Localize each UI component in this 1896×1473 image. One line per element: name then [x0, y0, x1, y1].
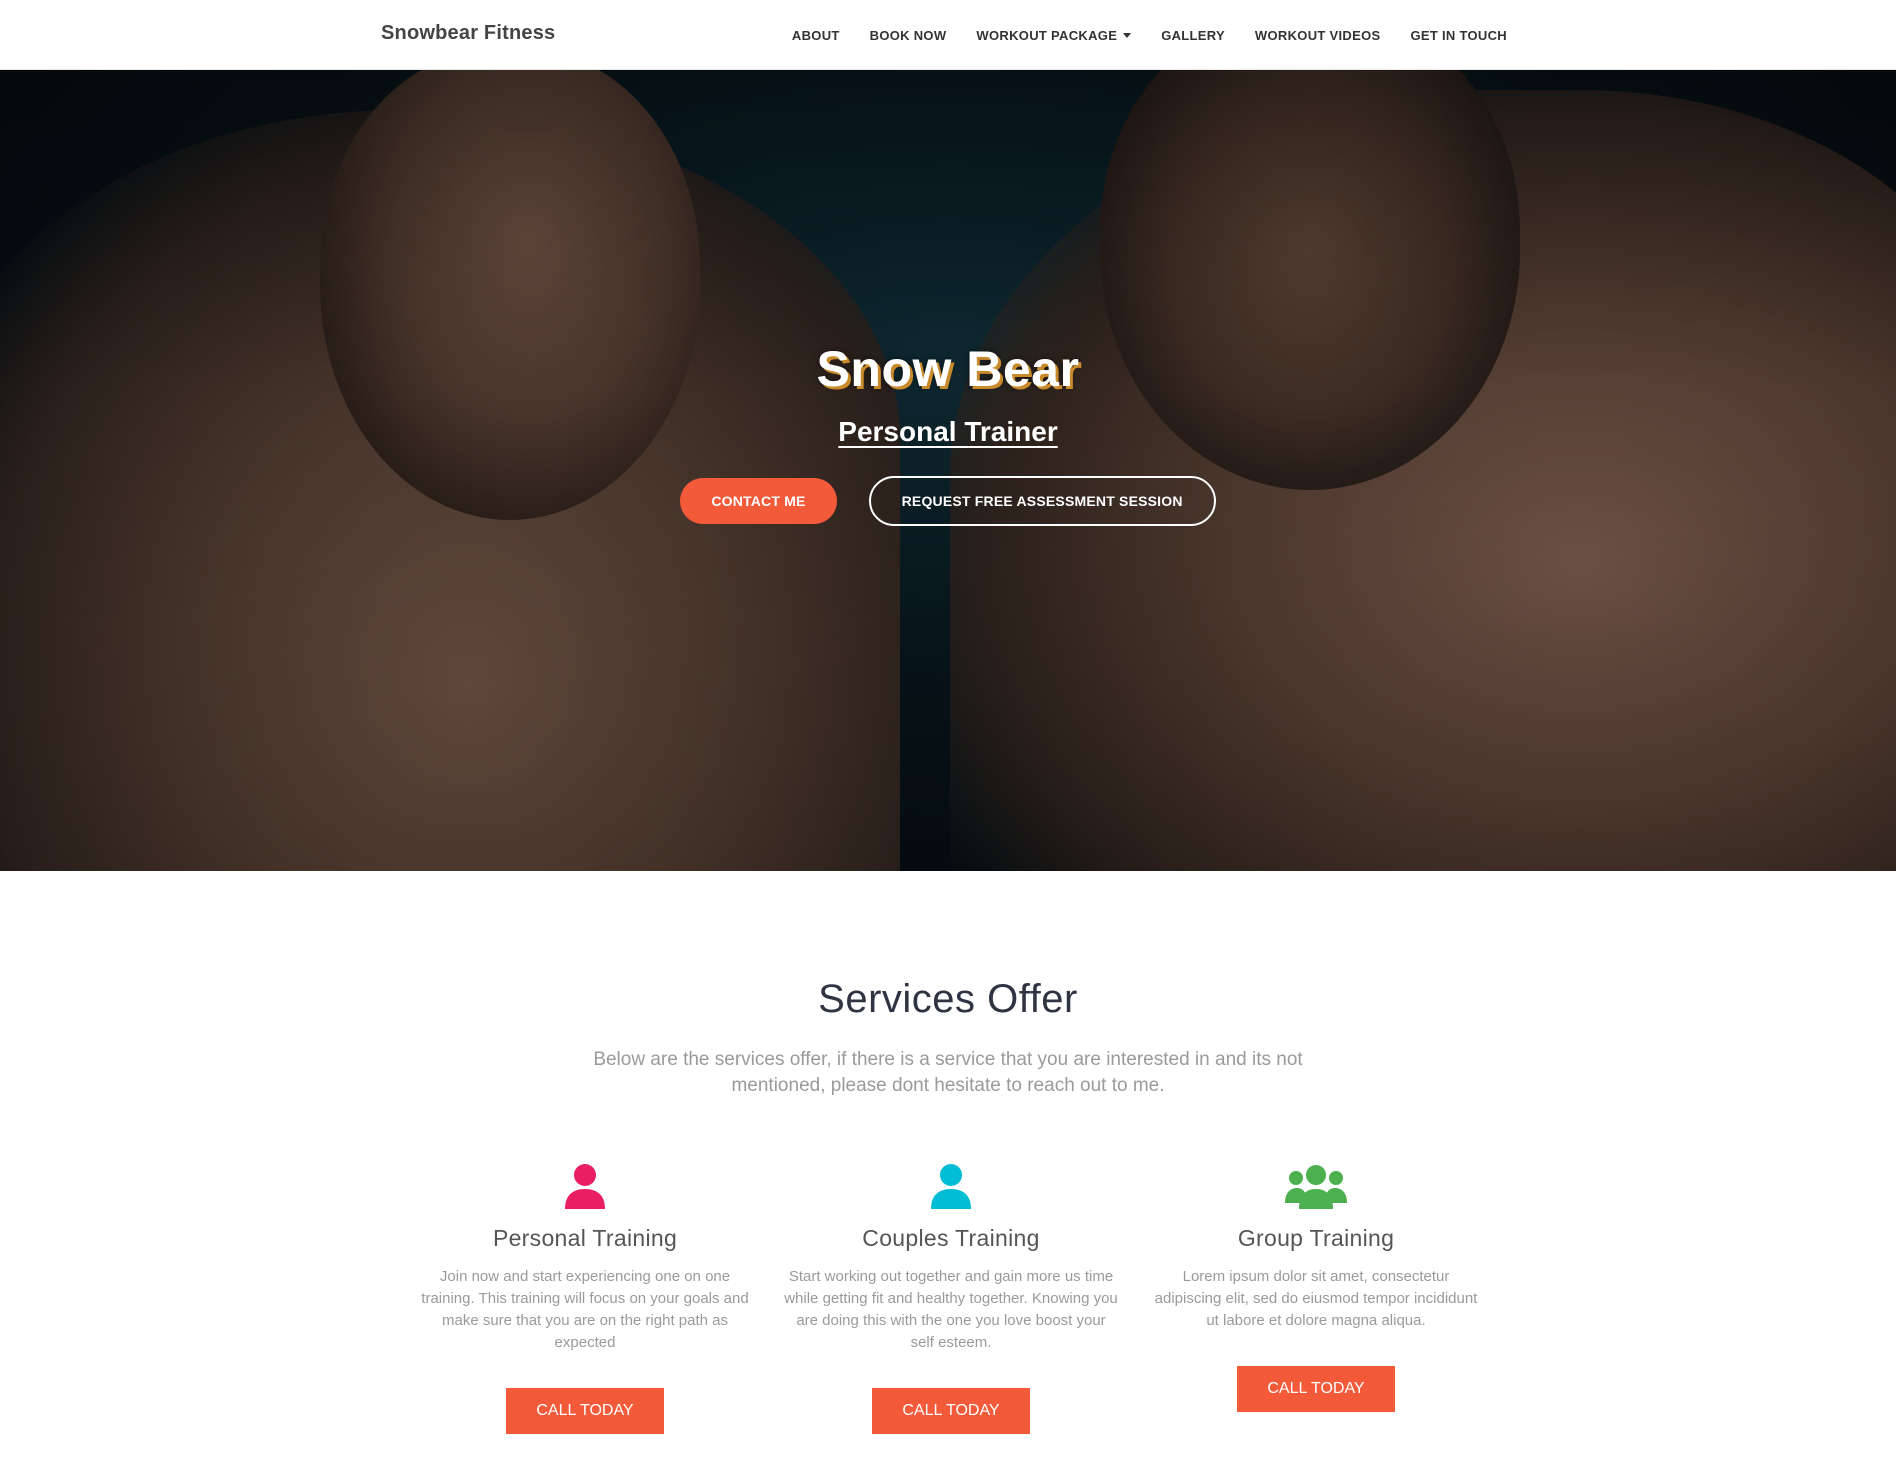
contact-me-button[interactable]: CONTACT ME	[680, 478, 837, 524]
nav-link-gallery[interactable]: GALLERY	[1161, 28, 1225, 43]
users-group-icon	[1146, 1159, 1486, 1211]
hero-buttons: CONTACT ME REQUEST FREE ASSESSMENT SESSI…	[0, 476, 1896, 526]
nav-link-about[interactable]: ABOUT	[792, 28, 840, 43]
service-group-training: Group Training Lorem ipsum dolor sit ame…	[1146, 1159, 1486, 1412]
user-icon	[781, 1159, 1121, 1211]
nav-link-workout-package-label: WORKOUT PACKAGE	[976, 27, 1118, 43]
service-description: Start working out together and gain more…	[784, 1268, 1118, 1351]
nav-link-workout-package[interactable]: WORKOUT PACKAGE	[976, 27, 1132, 43]
service-couples-training: Couples Training Start working out toget…	[781, 1159, 1121, 1434]
call-today-button[interactable]: CALL TODAY	[506, 1388, 664, 1434]
hero-title: Snow Bear	[816, 341, 1080, 397]
service-description: Join now and start experiencing one on o…	[421, 1268, 749, 1351]
brand-logo[interactable]: Snowbear Fitness	[381, 22, 555, 45]
services-section: Services Offer Below are the services of…	[0, 871, 1896, 1473]
service-name: Personal Training	[492, 1225, 678, 1251]
services-title: Services Offer	[818, 977, 1078, 1021]
nav-link-book-now[interactable]: BOOK NOW	[870, 28, 947, 43]
services-description: Below are the services offer, if there i…	[593, 1049, 1303, 1096]
service-name: Couples Training	[862, 1225, 1040, 1251]
service-personal-training: Personal Training Join now and start exp…	[415, 1159, 755, 1434]
service-name: Group Training	[1237, 1225, 1395, 1251]
service-description: Lorem ipsum dolor sit amet, consectetur …	[1154, 1268, 1478, 1329]
call-today-button[interactable]: CALL TODAY	[1237, 1366, 1395, 1412]
nav-link-workout-videos[interactable]: WORKOUT VIDEOS	[1255, 28, 1381, 43]
call-today-button[interactable]: CALL TODAY	[872, 1388, 1030, 1434]
top-navbar: Snowbear Fitness ABOUT BOOK NOW WORKOUT …	[0, 0, 1896, 70]
hero-content: Snow Bear Personal Trainer CONTACT ME RE…	[0, 340, 1896, 526]
user-icon	[415, 1159, 755, 1211]
hero-section: Snow Bear Personal Trainer CONTACT ME RE…	[0, 70, 1896, 871]
nav-menu: ABOUT BOOK NOW WORKOUT PACKAGE GALLERY W…	[792, 0, 1507, 70]
nav-link-get-in-touch[interactable]: GET IN TOUCH	[1410, 28, 1507, 43]
caret-down-icon	[1123, 32, 1132, 38]
hero-subtitle: Personal Trainer	[838, 416, 1058, 447]
request-assessment-button[interactable]: REQUEST FREE ASSESSMENT SESSION	[868, 476, 1216, 526]
